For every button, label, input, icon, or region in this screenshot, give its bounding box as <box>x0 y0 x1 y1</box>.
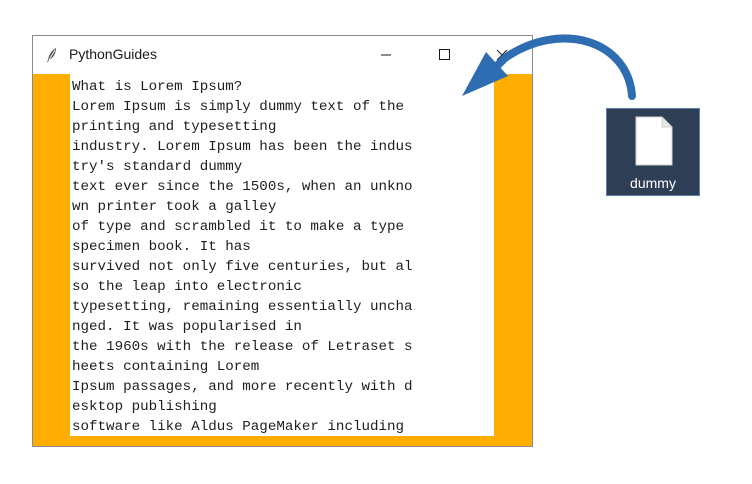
desktop-file-dummy[interactable]: dummy <box>606 108 700 196</box>
close-icon <box>496 49 508 61</box>
text-line: esktop publishing <box>72 399 217 415</box>
window-client-area: What is Lorem Ipsum? Lorem Ipsum is simp… <box>33 74 532 446</box>
file-label: dummy <box>630 175 676 191</box>
maximize-icon <box>439 49 450 60</box>
text-line: try's standard dummy <box>72 159 243 175</box>
minimize-icon <box>381 54 391 56</box>
text-line: printing and typesetting <box>72 119 277 135</box>
title-bar[interactable]: PythonGuides <box>33 36 532 74</box>
text-line: specimen book. It has <box>72 239 251 255</box>
text-line: typesetting, remaining essentially uncha <box>72 299 413 315</box>
maximize-button[interactable] <box>421 36 467 74</box>
text-line: wn printer took a galley <box>72 199 277 215</box>
text-line: survived not only five centuries, but al <box>72 259 413 275</box>
window-title: PythonGuides <box>69 46 157 62</box>
minimize-button[interactable] <box>363 36 409 74</box>
app-window: PythonGuides What is Lorem Ipsum? Lorem … <box>32 35 533 447</box>
text-line: nged. It was popularised in <box>72 319 302 335</box>
text-line: Ipsum passages, and more recently with d <box>72 379 413 395</box>
text-area[interactable]: What is Lorem Ipsum? Lorem Ipsum is simp… <box>70 74 494 436</box>
text-line: of type and scrambled it to make a type <box>72 219 405 235</box>
text-line: What is Lorem Ipsum? <box>72 79 243 95</box>
text-line: software like Aldus PageMaker including <box>72 419 405 435</box>
file-icon <box>635 116 673 166</box>
text-line: Lorem Ipsum is simply dummy text of the <box>72 99 405 115</box>
feather-icon <box>47 48 56 62</box>
text-content: What is Lorem Ipsum? Lorem Ipsum is simp… <box>70 74 494 436</box>
close-button[interactable] <box>479 36 525 74</box>
text-line: so the leap into electronic <box>72 279 302 295</box>
text-line: the 1960s with the release of Letraset s <box>72 339 413 355</box>
text-line: heets containing Lorem <box>72 359 260 375</box>
text-line: text ever since the 1500s, when an unkno <box>72 179 413 195</box>
text-line: industry. Lorem Ipsum has been the indus <box>72 139 413 155</box>
